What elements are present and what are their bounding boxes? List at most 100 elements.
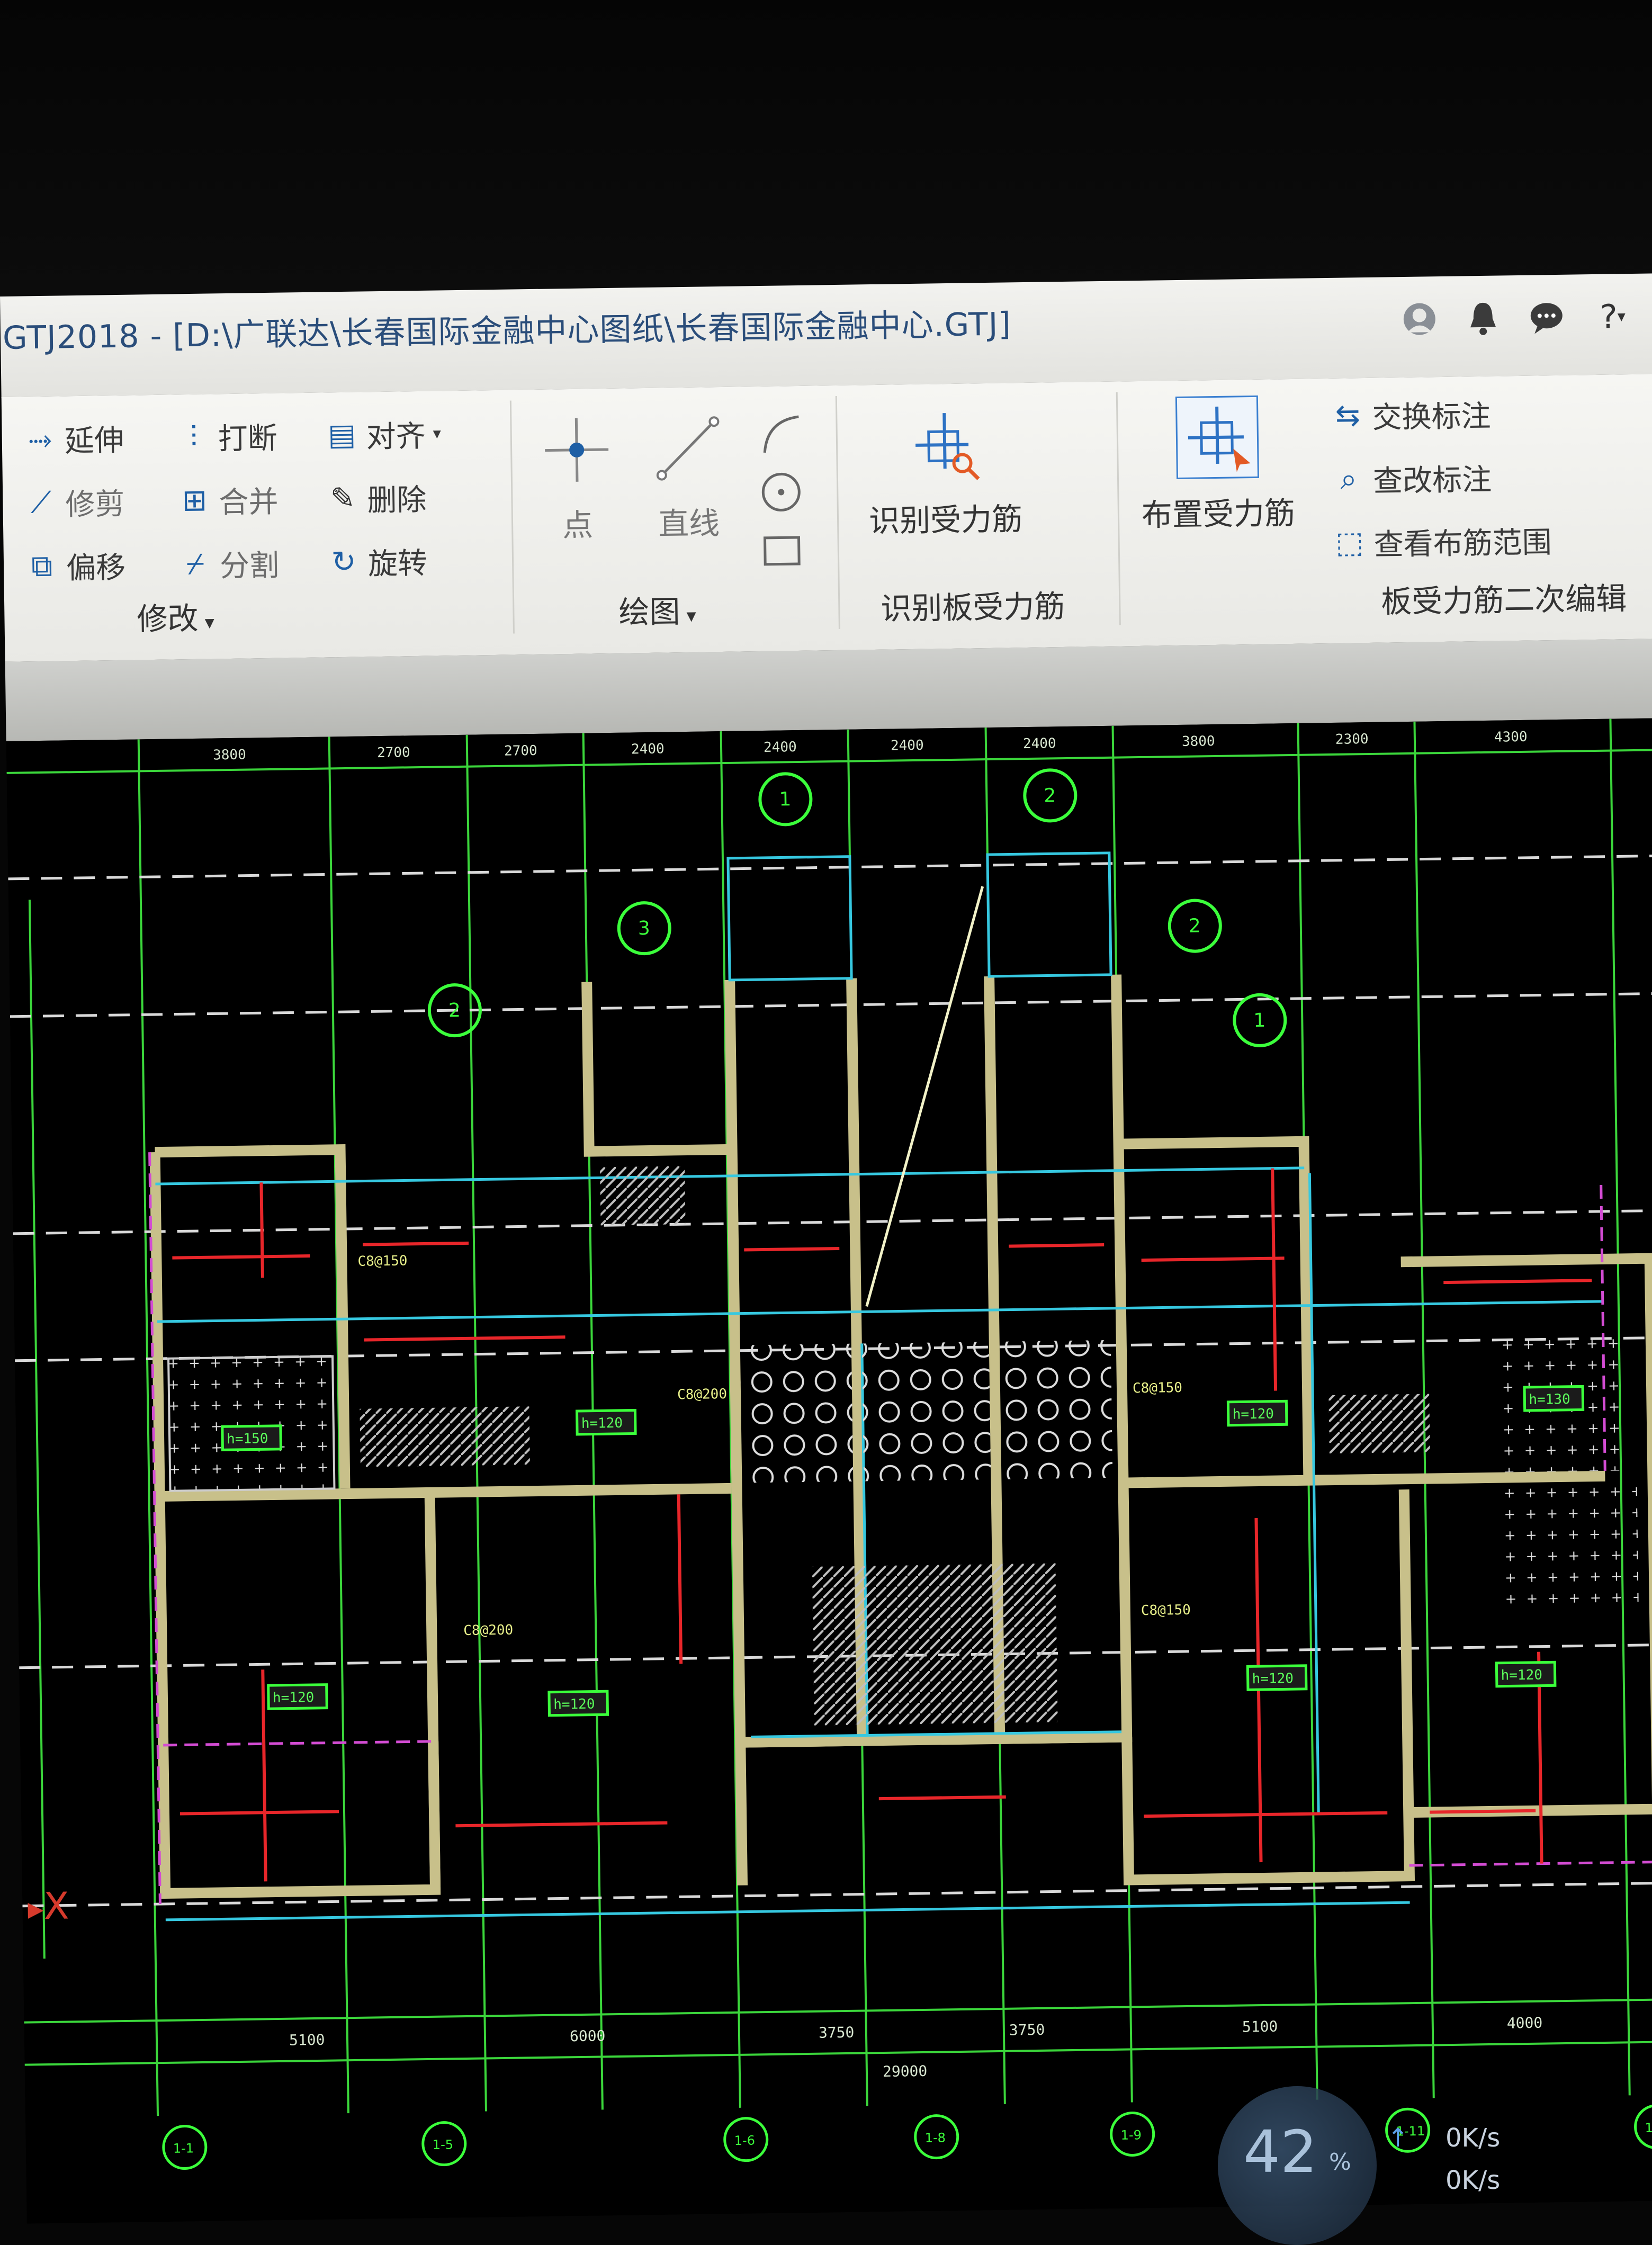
point-button[interactable]: 点 [536, 410, 618, 545]
draw-group-label[interactable]: 绘图 ▾ [618, 587, 696, 632]
view-range-label: 查看布筋范围 [1373, 525, 1552, 562]
dim-label: 5100 [1242, 2018, 1278, 2036]
line-label: 直线 [658, 505, 720, 542]
dim-label: 4000 [1507, 2014, 1543, 2032]
x-axis-label: X [43, 1884, 70, 1928]
app-window: GTJ2018 - [D:\广联达\长春国际金融中心图纸\长春国际金融中心.GT… [0, 273, 1652, 2224]
slab-tag: h=120 [273, 1690, 315, 1706]
view-range-icon: ⬚ [1335, 525, 1364, 560]
upload-arrow-icon: ↑ [1387, 2123, 1409, 2153]
arc-button[interactable] [753, 407, 807, 463]
offset-button[interactable]: ⧉ 偏移 [25, 544, 126, 588]
offset-icon: ⧉ [31, 549, 53, 583]
modify-group: ⤑ 延伸 ⫶ 打断 ▤ 对齐 ▾ ⟋ 修剪 ⊞ 合并 ✎ 删除 ⧉ 偏移 ⌿ 分… [2, 390, 514, 662]
cad-canvas[interactable]: + [6, 717, 1652, 2224]
usage-percent-symbol: % [1329, 2149, 1351, 2176]
rebar-note: C8@200 [677, 1386, 727, 1403]
dim-label: 3800 [1182, 733, 1215, 750]
bell-icon[interactable] [1461, 297, 1504, 339]
rotate-button[interactable]: ↻ 旋转 [327, 540, 428, 584]
align-button[interactable]: ▤ 对齐 ▾ [325, 412, 441, 456]
help-icon[interactable]: ? ▾ [1583, 295, 1642, 338]
dim-label: 3800 [213, 747, 246, 764]
split-button[interactable]: ⌿ 分割 [178, 542, 280, 586]
secondary-edit-group-label: 板受力筋二次编辑 [1380, 580, 1627, 620]
edit-annotation-button[interactable]: ⌕ 查改标注 [1332, 456, 1492, 501]
help-label: ? [1600, 297, 1618, 336]
user-icon[interactable] [1398, 298, 1441, 340]
floor-plan-drawing[interactable]: + [6, 718, 1652, 2213]
point-icon [536, 410, 617, 490]
window-title: GTJ2018 - [D:\广联达\长春国际金融中心图纸\长春国际金融中心.GT… [2, 306, 1012, 357]
network-speed-widget[interactable]: 42 % ↑ 0K/s 0K/s [1218, 2086, 1652, 2245]
trim-icon: ⟋ [30, 485, 52, 520]
rect-button[interactable] [755, 524, 809, 579]
rebar-note: C8@150 [357, 1253, 407, 1269]
upload-speed: 0K/s [1446, 2123, 1501, 2153]
bubble-label: 2 [1044, 785, 1056, 806]
rotate-label: 旋转 [367, 546, 428, 582]
rebar-note: C8@150 [1133, 1380, 1182, 1396]
dim-label: 2400 [891, 738, 924, 754]
group-divider [835, 396, 840, 629]
axis-bubble-label: 1-5 [433, 2137, 454, 2152]
chevron-down-icon: ▾ [204, 612, 215, 634]
bubble-label: 2 [1189, 915, 1201, 937]
split-icon: ⌿ [186, 546, 205, 581]
slab-tag: h=120 [1233, 1406, 1274, 1423]
chat-icon[interactable] [1525, 296, 1568, 339]
dim-label: 2700 [504, 743, 537, 759]
view-range-button[interactable]: ⬚ 查看布筋范围 [1332, 518, 1552, 564]
dim-label: 2400 [631, 741, 665, 758]
slab-tag: h=120 [1252, 1671, 1294, 1687]
extend-label: 延伸 [64, 423, 124, 459]
bubble-label: 2 [448, 1000, 461, 1021]
dim-label: 5100 [289, 2031, 325, 2049]
place-rebar-label: 布置受力筋 [1141, 495, 1296, 533]
slab-tag: h=120 [1501, 1667, 1542, 1684]
circle-icon [761, 472, 801, 511]
delete-label: 删除 [367, 482, 427, 518]
bubble-label: 1 [1253, 1010, 1265, 1031]
circle-button[interactable] [755, 465, 808, 521]
dim-label: 4300 [1494, 729, 1528, 746]
rebar-note: C8@200 [463, 1622, 513, 1639]
place-rebar-button[interactable]: 布置受力筋 [1140, 395, 1296, 535]
secondary-edit-group: 布置受力筋 ⇆ 交换标注 ⌕ 查改标注 ⬚ 查看布筋范围 板受力筋二次编辑 [1118, 374, 1652, 646]
ribbon-toolbar: ⤑ 延伸 ⫶ 打断 ▤ 对齐 ▾ ⟋ 修剪 ⊞ 合并 ✎ 删除 ⧉ 偏移 ⌿ 分… [1, 373, 1652, 663]
dim-label: 2400 [1023, 735, 1056, 752]
x-axis-indicator: ▸X [28, 1884, 69, 1928]
merge-label: 合并 [219, 484, 279, 520]
dim-label: 2400 [764, 739, 797, 756]
delete-button[interactable]: ✎ 删除 [326, 476, 427, 520]
swap-annotation-icon: ⇆ [1335, 398, 1361, 433]
identify-rebar-button[interactable]: 识别受力筋 [867, 404, 1023, 541]
hatched-areas [167, 1166, 1639, 1726]
rotate-icon: ↻ [331, 544, 356, 579]
place-rebar-icon [1175, 395, 1260, 480]
point-label: 点 [562, 507, 594, 544]
trim-button[interactable]: ⟋ 修剪 [24, 480, 125, 525]
slab-tag: h=130 [1529, 1391, 1570, 1408]
line-icon [648, 408, 728, 489]
extend-button[interactable]: ⤑ 延伸 [23, 417, 124, 461]
break-button[interactable]: ⫶ 打断 [176, 415, 277, 459]
total-dim-label: 29000 [883, 2062, 928, 2080]
break-label: 打断 [218, 421, 278, 457]
axis-bubble-label: 1-9 [1120, 2127, 1142, 2143]
merge-icon: ⊞ [182, 483, 208, 518]
edit-annotation-icon: ⌕ [1340, 461, 1358, 497]
rebar-note: C8@150 [1141, 1602, 1191, 1619]
dim-label: 6000 [570, 2027, 606, 2045]
dim-label: 3750 [1009, 2021, 1045, 2039]
identify-rebar-icon [904, 405, 985, 485]
dim-label: 2300 [1335, 731, 1369, 748]
axis-bubble-label: 1-6 [734, 2133, 756, 2148]
offset-label: 偏移 [66, 550, 126, 586]
line-button[interactable]: 直线 [648, 408, 729, 544]
align-label: 对齐 [366, 419, 426, 455]
modify-label: 修改 [137, 600, 199, 637]
modify-group-label[interactable]: 修改 ▾ [137, 593, 214, 639]
swap-annotation-button[interactable]: ⇆ 交换标注 [1331, 392, 1491, 437]
merge-button[interactable]: ⊞ 合并 [177, 478, 279, 523]
